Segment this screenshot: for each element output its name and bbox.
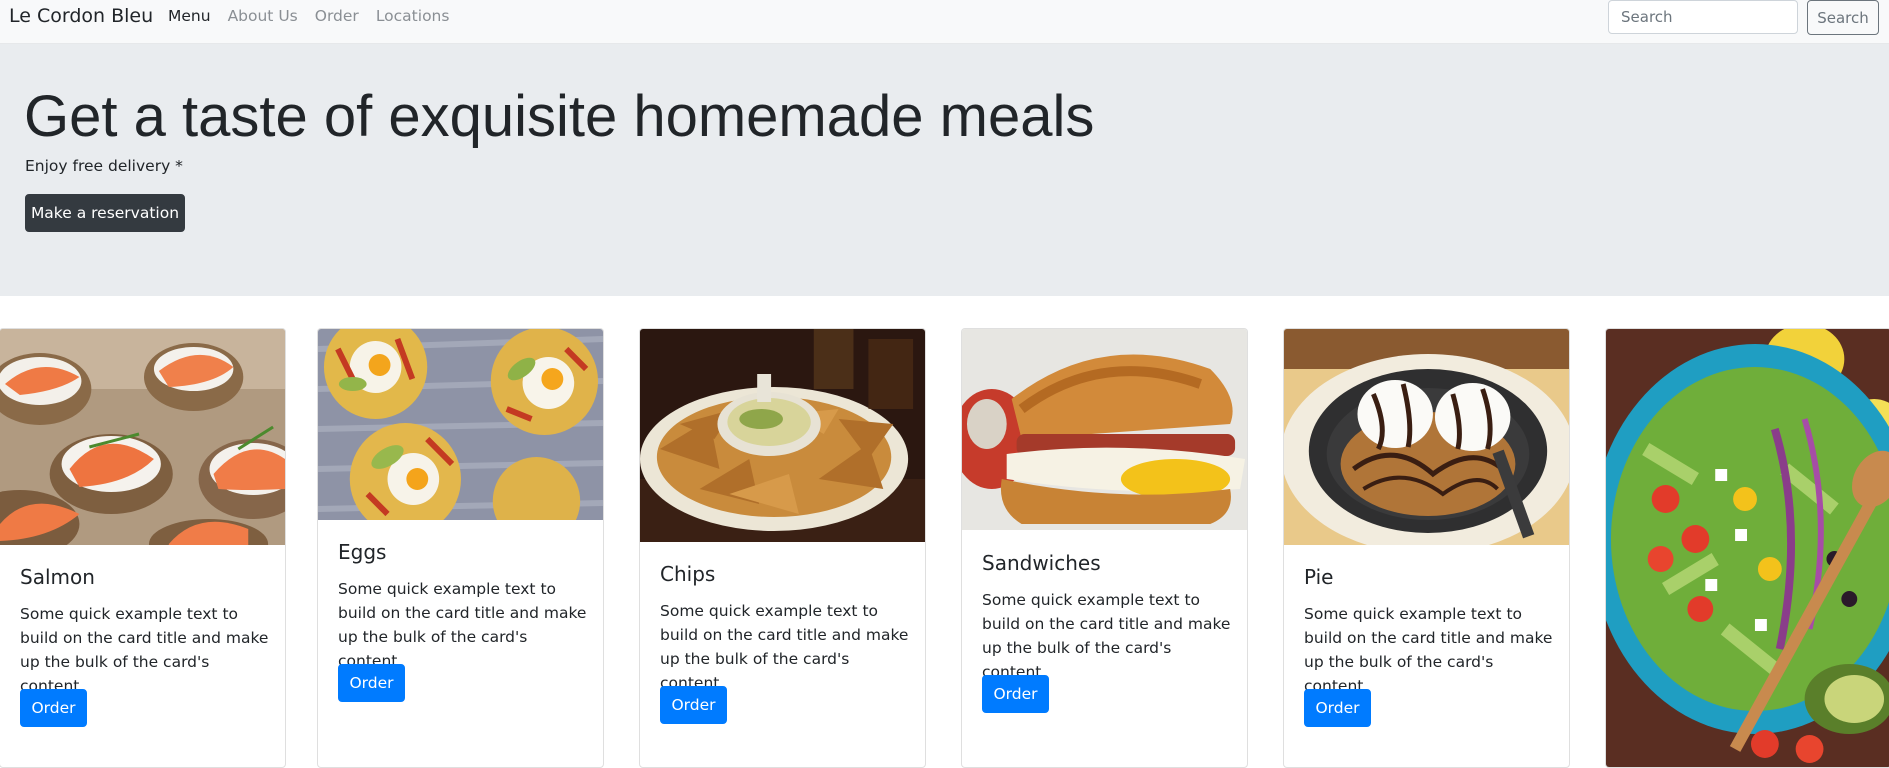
hero-subtitle: Enjoy free delivery *: [25, 157, 183, 175]
card-text: Some quick example text to build on the …: [338, 580, 587, 670]
card-text: Some quick example text to build on the …: [982, 591, 1231, 681]
order-button-eggs[interactable]: Order: [338, 664, 405, 702]
order-button-pie[interactable]: Order: [1304, 689, 1371, 727]
order-button-salmon[interactable]: Order: [20, 689, 87, 727]
salmon-canapes-image: [0, 329, 285, 545]
chips-and-dip-image: [640, 329, 925, 542]
nav-link-menu[interactable]: Menu: [168, 7, 211, 25]
card-eggs: Eggs Some quick example text to build on…: [317, 328, 604, 768]
card-title: Chips: [660, 562, 716, 586]
nav-link-locations[interactable]: Locations: [376, 7, 450, 25]
card-chips: Chips Some quick example text to build o…: [639, 328, 926, 768]
nav-links: Menu About Us Order Locations: [168, 7, 466, 25]
card-text: Some quick example text to build on the …: [20, 605, 269, 695]
salad-bowl-image: [1606, 329, 1889, 767]
card-title: Eggs: [338, 540, 387, 564]
card-title: Sandwiches: [982, 551, 1101, 575]
hero-title: Get a taste of exquisite homemade meals: [24, 84, 1095, 149]
navbar: Le Cordon Bleu Menu About Us Order Locat…: [0, 0, 1889, 44]
order-button-chips[interactable]: Order: [660, 686, 727, 724]
card-sandwiches: Sandwiches Some quick example text to bu…: [961, 328, 1248, 768]
egg-tostadas-image: [318, 329, 603, 520]
nav-link-about-us[interactable]: About Us: [228, 7, 298, 25]
card-title: Salmon: [20, 565, 95, 589]
card-pie: Pie Some quick example text to build on …: [1283, 328, 1570, 768]
search-input[interactable]: [1608, 0, 1798, 34]
nav-link-order[interactable]: Order: [315, 7, 359, 25]
make-reservation-button[interactable]: Make a reservation: [25, 194, 185, 232]
card-salad: [1605, 328, 1889, 768]
card-title: Pie: [1304, 565, 1334, 589]
order-button-sandwiches[interactable]: Order: [982, 675, 1049, 713]
card-text: Some quick example text to build on the …: [660, 602, 909, 692]
card-salmon: Salmon Some quick example text to build …: [0, 328, 286, 768]
search-button[interactable]: Search: [1807, 0, 1879, 35]
card-text: Some quick example text to build on the …: [1304, 605, 1553, 695]
jumbotron: Get a taste of exquisite homemade meals …: [0, 44, 1889, 296]
brand-logo[interactable]: Le Cordon Bleu: [9, 5, 153, 27]
egg-sandwich-image: [962, 329, 1247, 530]
cookie-skillet-image: [1284, 329, 1569, 545]
